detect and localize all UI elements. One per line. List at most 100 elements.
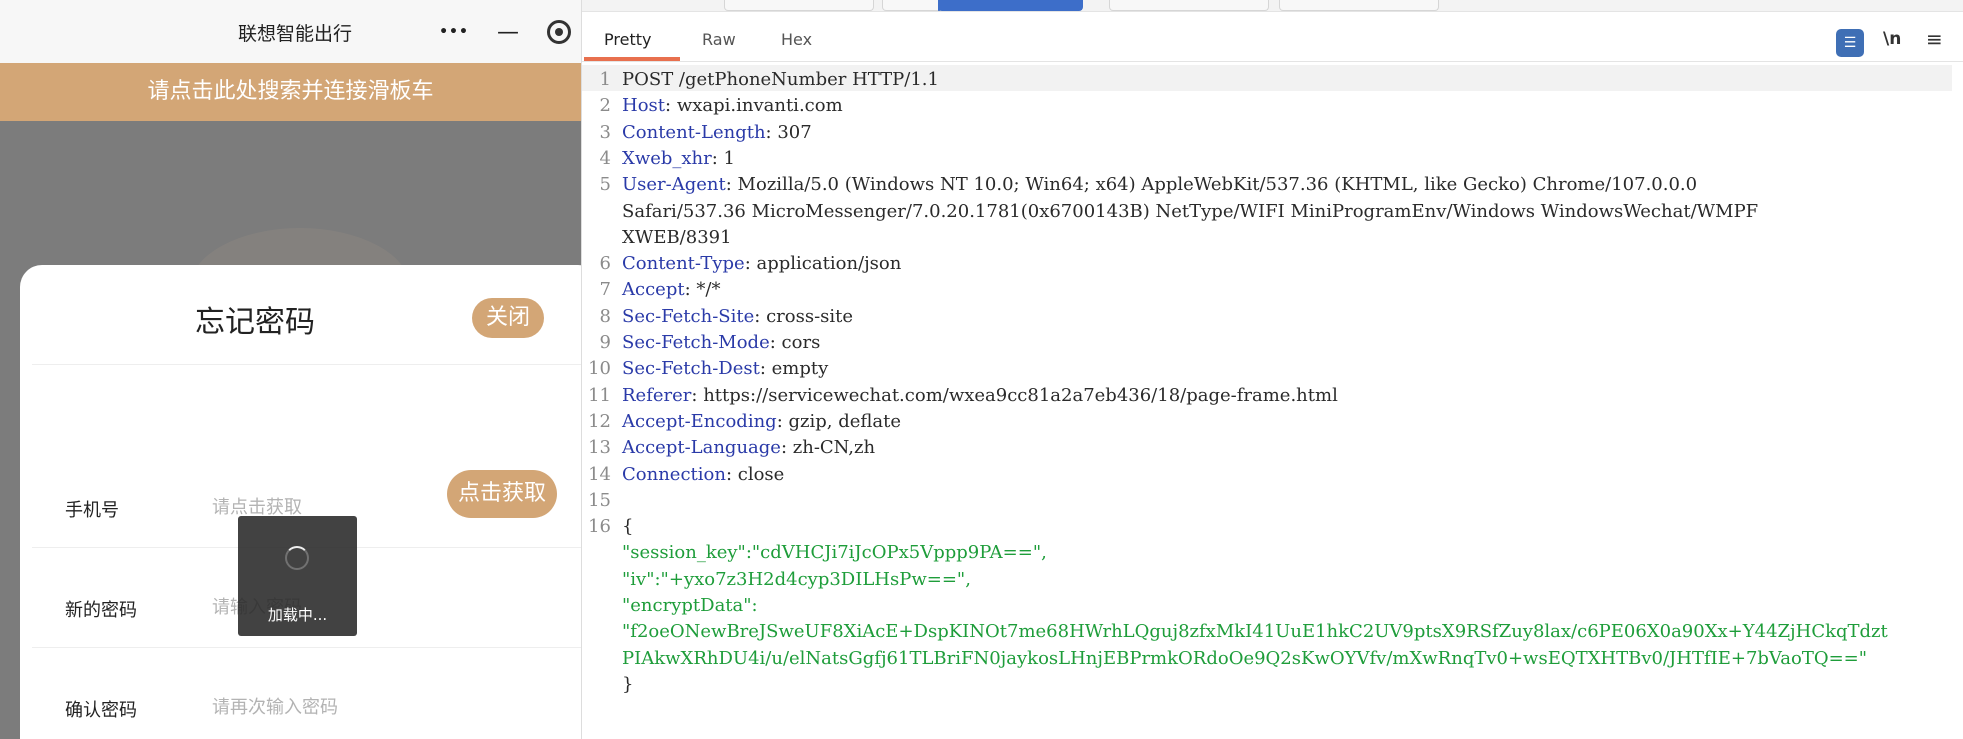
view-tabs: Pretty Raw Hex ☰ \n ≡ xyxy=(582,12,1963,62)
line-number: 8 xyxy=(599,305,611,327)
loading-toast: 加载中... xyxy=(238,516,357,636)
dialog-title: 忘记密码 xyxy=(195,305,315,340)
tab-pretty[interactable]: Pretty xyxy=(604,30,651,49)
request-line: 2 Host: wxapi.invanti.com xyxy=(582,91,1952,117)
text-line: POST /getPhoneNumber HTTP/1.1 xyxy=(622,69,939,90)
connect-scooter-banner[interactable]: 请点击此处搜索并连接滑板车 xyxy=(0,63,581,121)
json-line: "f2oeONewBreJSweUF8XiAcE+DspKINOt7me68HW… xyxy=(622,621,1888,643)
request-line: "session_key":"cdVHCJi7iJcOPx5Vppp9PA=="… xyxy=(582,538,1952,564)
request-line: } xyxy=(582,670,1952,696)
request-line: 1 POST /getPhoneNumber HTTP/1.1 xyxy=(582,65,1952,91)
header-name: User-Agent xyxy=(622,174,726,196)
request-line: PIAkwXRhDU4i/u/elNatsGgfj61TLBriFN0jayko… xyxy=(582,644,1952,670)
request-line: 7 Accept: */* xyxy=(582,275,1952,301)
header-value: close xyxy=(732,463,785,485)
header-value: empty xyxy=(765,358,829,380)
header-line: Connection: close xyxy=(622,464,784,485)
json-line: "encryptData": xyxy=(622,595,758,616)
tab-hex[interactable]: Hex xyxy=(781,30,812,49)
header-line: Sec-Fetch-Site: cross-site xyxy=(622,306,853,327)
top-tab[interactable] xyxy=(1279,0,1439,11)
header-line: User-Agent: Mozilla/5.0 (Windows NT 10.0… xyxy=(622,174,1697,195)
line-number: 7 xyxy=(599,279,611,301)
close-target-icon[interactable] xyxy=(536,13,581,51)
minimize-icon[interactable]: — xyxy=(484,13,532,51)
line-number: 10 xyxy=(588,358,611,380)
confirm-password-field[interactable]: 请再次输入密码 xyxy=(212,693,338,719)
request-line: "f2oeONewBreJSweUF8XiAcE+DspKINOt7me68HW… xyxy=(582,617,1952,643)
text-line: } xyxy=(622,673,634,695)
show-newlines-icon[interactable]: \n xyxy=(1883,29,1901,49)
request-line: XWEB/8391 xyxy=(582,223,1952,249)
header-line: Content-Type: application/json xyxy=(622,253,901,274)
header-value: application/json xyxy=(750,253,902,275)
divider xyxy=(32,647,581,648)
miniprogram-window: 联想智能出行 ••• — 请点击此处搜索并连接滑板车 忘记密码 关闭 手机号 请… xyxy=(0,0,581,739)
text-line: XWEB/8391 xyxy=(622,226,732,248)
request-line: 4 Xweb_xhr: 1 xyxy=(582,144,1952,170)
dialog-close-button[interactable]: 关闭 xyxy=(472,298,544,338)
header-value: 307 xyxy=(771,121,812,143)
header-name: Accept-Encoding xyxy=(622,410,777,432)
header-value: cors xyxy=(775,332,821,353)
header-value: wxapi.invanti.com xyxy=(671,95,843,117)
header-value: */* xyxy=(690,279,721,301)
header-line: Referer: https://servicewechat.com/wxea9… xyxy=(622,385,1338,406)
header-name: Content-Type xyxy=(622,253,745,275)
header-name: Xweb_xhr xyxy=(622,147,712,169)
line-number: 14 xyxy=(588,463,611,485)
line-number: 3 xyxy=(599,121,611,143)
request-line: "iv":"+yxo7z3H2d4cyp3DILHsPw==", xyxy=(582,565,1952,591)
miniprogram-title: 联想智能出行 xyxy=(237,23,352,45)
request-line: "encryptData": xyxy=(582,591,1952,617)
new-password-label: 新的密码 xyxy=(65,600,137,621)
header-line: Content-Length: 307 xyxy=(622,122,812,143)
forgot-password-dialog: 忘记密码 关闭 手机号 请点击获取 点击获取 新的密码 请输入密码 确认密码 请… xyxy=(20,265,581,739)
top-tab[interactable] xyxy=(1109,0,1269,11)
get-phone-button[interactable]: 点击获取 xyxy=(447,470,557,518)
request-line: 5 User-Agent: Mozilla/5.0 (Windows NT 10.… xyxy=(582,170,1952,196)
more-icon[interactable]: ••• xyxy=(424,13,484,51)
miniprogram-titlebar: 联想智能出行 ••• — xyxy=(0,0,581,63)
line-number: 1 xyxy=(599,69,611,90)
confirm-password-label: 确认密码 xyxy=(65,700,137,721)
request-line: 8 Sec-Fetch-Site: cross-site xyxy=(582,302,1952,328)
header-name: Accept xyxy=(622,279,685,301)
top-tab[interactable] xyxy=(724,0,874,11)
request-line: 9 Sec-Fetch-Mode: cors xyxy=(582,328,1952,354)
header-line: Accept-Encoding: gzip, deflate xyxy=(622,411,901,432)
request-line: 3 Content-Length: 307 xyxy=(582,118,1952,144)
line-number: 4 xyxy=(599,147,611,169)
menu-icon[interactable]: ≡ xyxy=(1926,27,1943,51)
json-line: PIAkwXRhDU4i/u/elNatsGgfj61TLBriFN0jayko… xyxy=(622,647,1868,669)
active-tab-indicator xyxy=(584,57,680,61)
loading-text: 加载中... xyxy=(267,606,328,624)
line-number: 13 xyxy=(588,437,611,459)
header-value: 1 xyxy=(717,147,736,169)
header-name: Sec-Fetch-Dest xyxy=(622,358,760,380)
header-name: Sec-Fetch-Mode xyxy=(622,332,770,353)
header-value: gzip, deflate xyxy=(782,410,902,432)
request-line: 12 Accept-Encoding: gzip, deflate xyxy=(582,407,1952,433)
line-number: 6 xyxy=(599,253,611,275)
header-name: Sec-Fetch-Site xyxy=(622,305,755,327)
loading-spinner-icon xyxy=(285,546,309,570)
header-value: https://servicewechat.com/wxea9cc81a2a7e… xyxy=(697,384,1338,406)
header-line: Sec-Fetch-Mode: cors xyxy=(622,332,820,353)
divider xyxy=(32,364,581,365)
header-value: zh-CN,zh xyxy=(787,437,876,459)
header-line: Host: wxapi.invanti.com xyxy=(622,95,843,116)
header-line: Sec-Fetch-Dest: empty xyxy=(622,358,828,379)
request-line: 13 Accept-Language: zh-CN,zh xyxy=(582,433,1952,459)
top-tab-active[interactable] xyxy=(938,0,1083,11)
line-number: 9 xyxy=(599,332,611,353)
request-line: Safari/537.36 MicroMessenger/7.0.20.1781… xyxy=(582,197,1952,223)
header-value: cross-site xyxy=(760,305,854,327)
request-viewer: Pretty Raw Hex ☰ \n ≡ 1 POST /getPhoneNum… xyxy=(581,0,1963,739)
tab-raw[interactable]: Raw xyxy=(702,30,736,49)
request-line: 11 Referer: https://servicewechat.com/wxe… xyxy=(582,381,1952,407)
wrap-lines-icon[interactable]: ☰ xyxy=(1836,29,1864,57)
request-line: 10 Sec-Fetch-Dest: empty xyxy=(582,354,1952,380)
request-line: 14 Connection: close xyxy=(582,460,1952,486)
header-name: Host xyxy=(622,95,666,117)
